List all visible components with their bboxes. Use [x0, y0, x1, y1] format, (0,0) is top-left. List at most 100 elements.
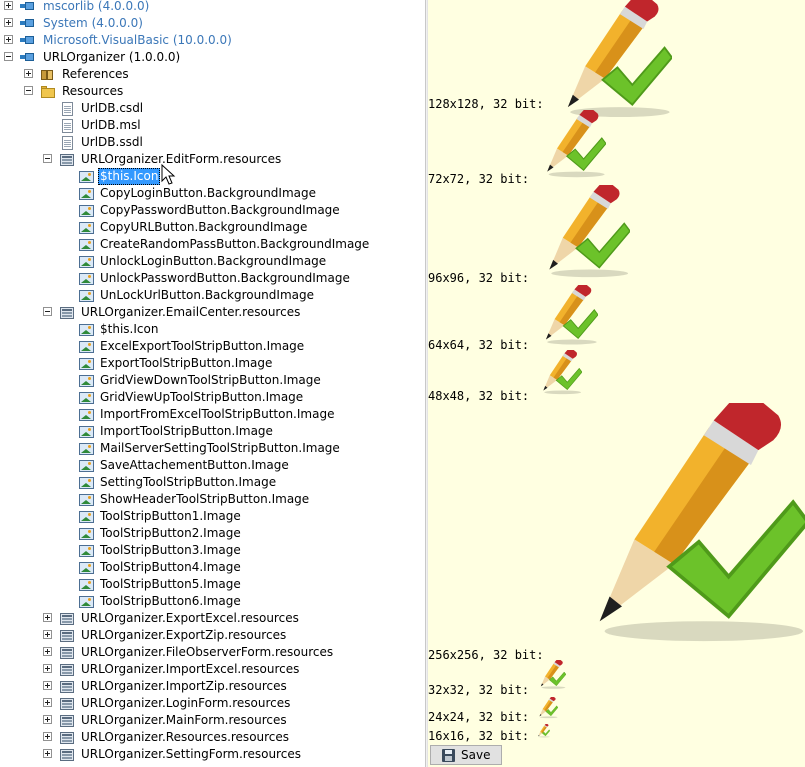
image-icon	[78, 322, 94, 337]
tree-item[interactable]: UrlDB.ssdl	[0, 134, 425, 151]
expand-toggle-icon[interactable]	[43, 647, 52, 656]
expand-toggle-icon[interactable]	[4, 1, 13, 10]
tree-item[interactable]: ImportToolStripButton.Image	[0, 423, 425, 440]
tree-item-label: CopyLoginButton.BackgroundImage	[100, 186, 316, 200]
image-icon	[78, 220, 94, 235]
tree-item[interactable]: UrlDB.csdl	[0, 100, 425, 117]
tree-item[interactable]: URLOrganizer.ImportZip.resources	[0, 678, 425, 695]
tree-item[interactable]: ImportFromExcelToolStripButton.Image	[0, 406, 425, 423]
tree-item[interactable]: Microsoft.VisualBasic (10.0.0.0)	[0, 32, 425, 49]
tree-item[interactable]: URLOrganizer.LoginForm.resources	[0, 695, 425, 712]
tree-item[interactable]: mscorlib (4.0.0.0)	[0, 0, 425, 15]
tree-item[interactable]: CopyLoginButton.BackgroundImage	[0, 185, 425, 202]
tree-item[interactable]: References	[0, 66, 425, 83]
image-icon	[78, 169, 94, 184]
tree-item[interactable]: SaveAttachementButton.Image	[0, 457, 425, 474]
tree-item[interactable]: UrlDB.msl	[0, 117, 425, 134]
tree-item[interactable]: ToolStripButton4.Image	[0, 559, 425, 576]
tree-item[interactable]: UnLockUrlButton.BackgroundImage	[0, 287, 425, 304]
resource-file-icon	[59, 645, 75, 660]
tree-item-label: UrlDB.csdl	[81, 101, 144, 115]
icon-size-label: 72x72, 32 bit:	[428, 172, 530, 186]
tree-item[interactable]: URLOrganizer.SettingForm.resources	[0, 746, 425, 763]
tree-item[interactable]: URLOrganizer.FileObserverForm.resources	[0, 644, 425, 661]
collapse-toggle-icon[interactable]	[24, 86, 33, 95]
tree-item[interactable]: GridViewDownToolStripButton.Image	[0, 372, 425, 389]
tree-item[interactable]: URLOrganizer (1.0.0.0)	[0, 49, 425, 66]
expand-toggle-icon[interactable]	[43, 613, 52, 622]
tree-item-label: mscorlib (4.0.0.0)	[43, 0, 150, 13]
tree-item[interactable]: ToolStripButton5.Image	[0, 576, 425, 593]
tree-item[interactable]: ExportToolStripButton.Image	[0, 355, 425, 372]
resource-file-icon	[59, 679, 75, 694]
tree-item[interactable]: $this.Icon	[0, 168, 425, 185]
tree-item[interactable]: URLOrganizer.EditForm.resources	[0, 151, 425, 168]
expand-toggle-icon[interactable]	[43, 664, 52, 673]
expand-toggle-icon[interactable]	[43, 698, 52, 707]
expand-toggle-icon[interactable]	[43, 732, 52, 741]
tree-item[interactable]: CopyPasswordButton.BackgroundImage	[0, 202, 425, 219]
tree-item[interactable]: URLOrganizer.ExportZip.resources	[0, 627, 425, 644]
tree-item-label: ImportFromExcelToolStripButton.Image	[100, 407, 335, 421]
document-icon	[59, 118, 75, 133]
resource-file-icon	[59, 713, 75, 728]
tree-item[interactable]: CreateRandomPassButton.BackgroundImage	[0, 236, 425, 253]
image-icon	[78, 475, 94, 490]
assembly-icon	[20, 2, 34, 10]
tree-item[interactable]: URLOrganizer.ExportExcel.resources	[0, 610, 425, 627]
tree-item[interactable]: ToolStripButton6.Image	[0, 593, 425, 610]
collapse-toggle-icon[interactable]	[4, 52, 13, 61]
pencil-checkmark-icon	[536, 283, 599, 350]
resource-file-icon	[59, 611, 75, 626]
tree-item[interactable]: $this.Icon	[0, 321, 425, 338]
image-icon	[78, 441, 94, 456]
tree-item[interactable]: UnlockPasswordButton.BackgroundImage	[0, 270, 425, 287]
image-icon	[78, 458, 94, 473]
image-icon	[78, 373, 94, 388]
tree-item-label: ExportToolStripButton.Image	[100, 356, 273, 370]
tree-item[interactable]: ShowHeaderToolStripButton.Image	[0, 491, 425, 508]
tree-item[interactable]: URLOrganizer.MainForm.resources	[0, 712, 425, 729]
resource-tree[interactable]: mscorlib (4.0.0.0) System (4.0.0.0) Micros…	[0, 0, 425, 767]
expand-toggle-icon[interactable]	[24, 69, 33, 78]
collapse-toggle-icon[interactable]	[43, 154, 52, 163]
document-icon	[59, 101, 75, 116]
assembly-icon	[20, 36, 34, 44]
tree-item[interactable]: ToolStripButton3.Image	[0, 542, 425, 559]
pencil-checkmark-icon	[548, 0, 674, 125]
tree-item[interactable]: URLOrganizer.Resources.resources	[0, 729, 425, 746]
expand-toggle-icon[interactable]	[43, 749, 52, 758]
tree-item[interactable]: GridViewUpToolStripButton.Image	[0, 389, 425, 406]
collapse-toggle-icon[interactable]	[43, 307, 52, 316]
tree-item[interactable]: URLOrganizer.EmailCenter.resources	[0, 304, 425, 321]
tree-item-label: ImportToolStripButton.Image	[100, 424, 273, 438]
icon-size-label: 16x16, 32 bit:	[428, 729, 530, 743]
tree-item-label: MailServerSettingToolStripButton.Image	[100, 441, 340, 455]
tree-item[interactable]: Resources	[0, 83, 425, 100]
tree-item[interactable]: ExcelExportToolStripButton.Image	[0, 338, 425, 355]
tree-item[interactable]: ToolStripButton1.Image	[0, 508, 425, 525]
tree-item-label: ToolStripButton2.Image	[100, 526, 241, 540]
expand-toggle-icon[interactable]	[4, 35, 13, 44]
tree-item-label: ToolStripButton1.Image	[100, 509, 241, 523]
tree-item[interactable]: ToolStripButton2.Image	[0, 525, 425, 542]
tree-item-label: URLOrganizer.ExportZip.resources	[81, 628, 287, 642]
assembly-icon	[20, 53, 34, 61]
assembly-icon	[20, 19, 34, 27]
tree-item[interactable]: MailServerSettingToolStripButton.Image	[0, 440, 425, 457]
expand-toggle-icon[interactable]	[4, 18, 13, 27]
tree-item[interactable]: CopyURLButton.BackgroundImage	[0, 219, 425, 236]
tree-item[interactable]: SettingToolStripButton.Image	[0, 474, 425, 491]
expand-toggle-icon[interactable]	[43, 630, 52, 639]
floppy-disk-icon	[442, 749, 455, 762]
tree-item[interactable]: URLOrganizer.ImportExcel.resources	[0, 661, 425, 678]
tree-item-label: SaveAttachementButton.Image	[100, 458, 289, 472]
expand-toggle-icon[interactable]	[43, 681, 52, 690]
tree-item-label: GridViewDownToolStripButton.Image	[100, 373, 321, 387]
save-button[interactable]: Save	[430, 745, 502, 765]
icon-size-label: 128x128, 32 bit:	[428, 97, 544, 111]
tree-item[interactable]: UnlockLoginButton.BackgroundImage	[0, 253, 425, 270]
tree-item[interactable]: System (4.0.0.0)	[0, 15, 425, 32]
icon-size-label: 64x64, 32 bit:	[428, 338, 530, 352]
expand-toggle-icon[interactable]	[43, 715, 52, 724]
